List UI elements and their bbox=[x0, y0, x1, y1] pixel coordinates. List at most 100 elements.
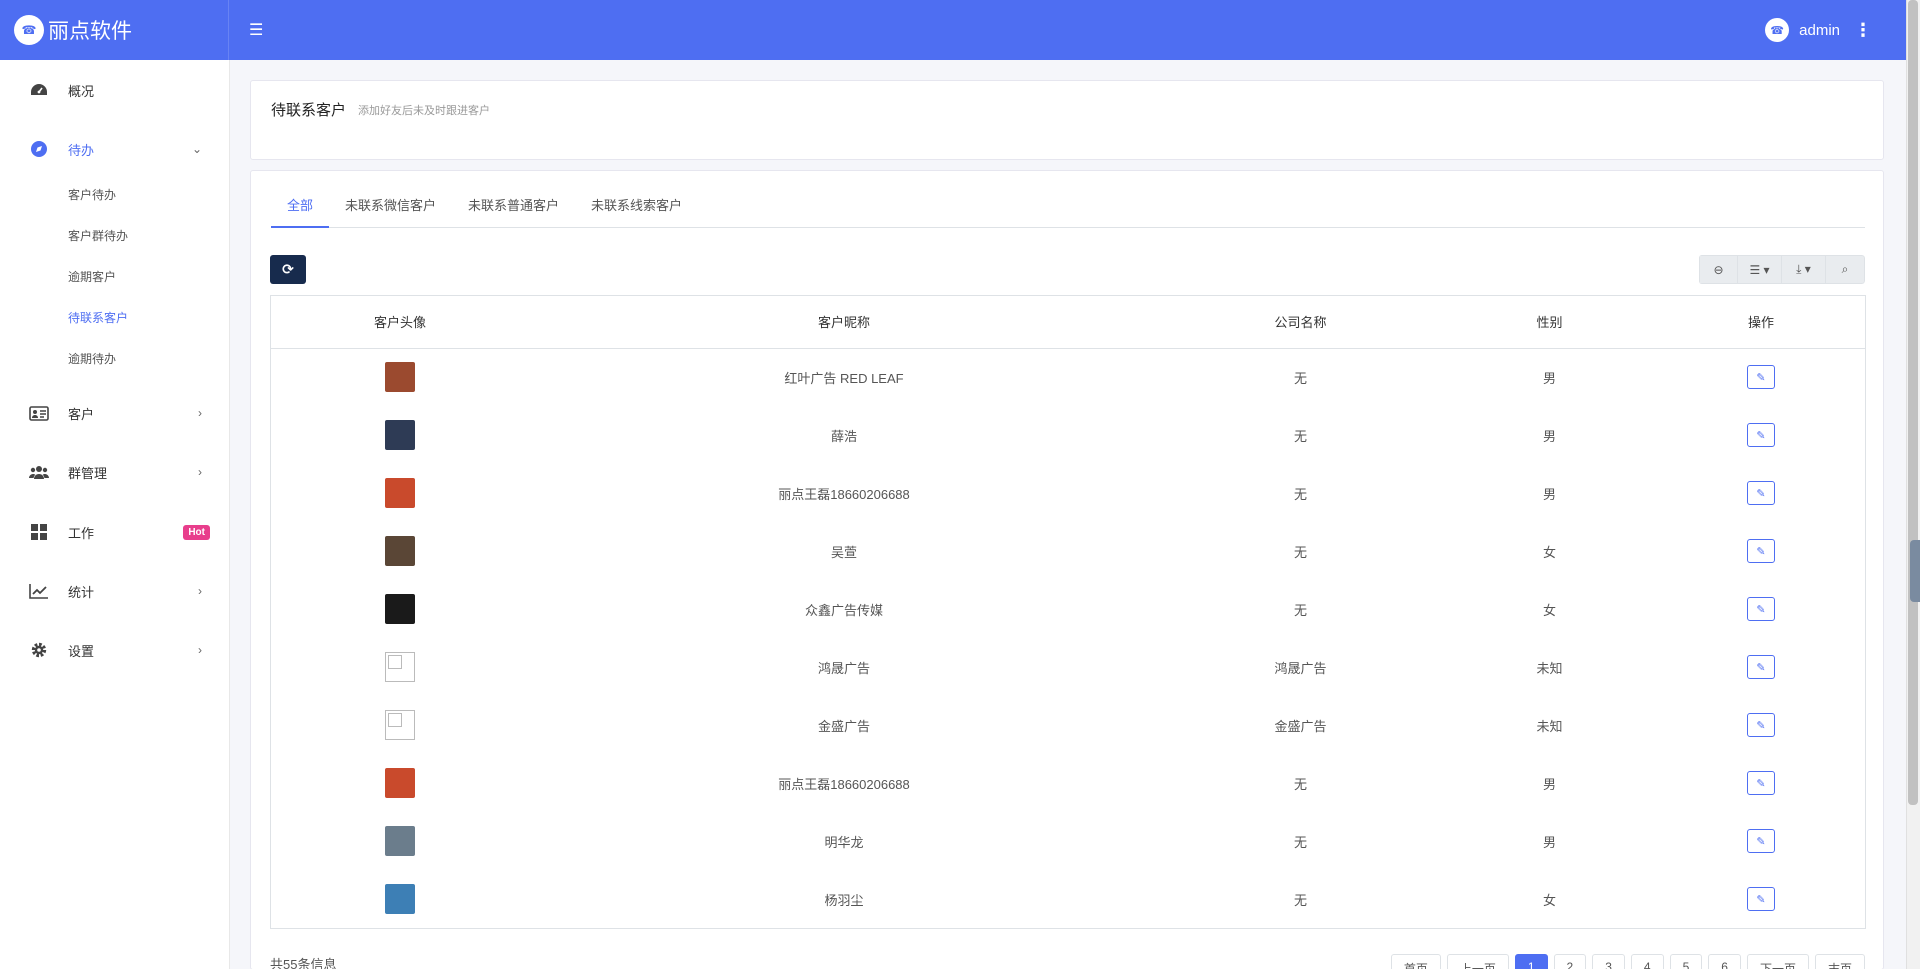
page-button[interactable]: 下一页 bbox=[1746, 954, 1809, 969]
sidebar-item-label: 概况 bbox=[68, 83, 95, 99]
tab-uncontacted-wechat[interactable]: 未联系微信客户 bbox=[329, 193, 452, 228]
table-header-row: 客户头像 客户昵称 公司名称 性别 操作 bbox=[271, 296, 1865, 349]
gender: 男 bbox=[1542, 834, 1556, 850]
company-name: 无 bbox=[1293, 370, 1307, 386]
user-name[interactable]: admin bbox=[1799, 22, 1840, 39]
customer-nickname: 鸿晟广告 bbox=[817, 660, 870, 676]
pencil-icon: ✎ bbox=[1756, 487, 1766, 500]
more-vertical-icon[interactable]: ⋮ bbox=[1854, 20, 1872, 41]
export-button[interactable]: ⤓ ▾ bbox=[1781, 255, 1825, 284]
page-button[interactable]: 6 bbox=[1708, 954, 1741, 969]
edit-button[interactable]: ✎ bbox=[1747, 597, 1775, 621]
avatar bbox=[385, 884, 415, 914]
avatar bbox=[385, 536, 415, 566]
page-button[interactable]: 首页 bbox=[1390, 954, 1441, 969]
customer-nickname: 明华龙 bbox=[824, 834, 864, 850]
user-menu[interactable]: ☎ admin ⋮ bbox=[1765, 18, 1872, 42]
column-header-company[interactable]: 公司名称 bbox=[1159, 296, 1442, 349]
sidebar-item-customers[interactable]: 客户 › bbox=[0, 393, 230, 433]
page-button[interactable]: 末页 bbox=[1814, 954, 1865, 969]
gender: 男 bbox=[1542, 776, 1556, 792]
page-button[interactable]: 4 bbox=[1630, 954, 1664, 969]
customer-nickname: 薛浩 bbox=[830, 428, 857, 444]
edit-button[interactable]: ✎ bbox=[1747, 423, 1775, 447]
sidebar-subitem-pending-contact[interactable]: 待联系客户 bbox=[68, 309, 128, 329]
edit-button[interactable]: ✎ bbox=[1747, 771, 1775, 795]
company-name: 无 bbox=[1293, 428, 1307, 444]
page-button[interactable]: 3 bbox=[1592, 954, 1625, 969]
pencil-icon: ✎ bbox=[1756, 545, 1766, 558]
avatar bbox=[385, 594, 415, 624]
page-button[interactable]: 上一页 bbox=[1446, 954, 1509, 969]
sidebar-subitem-group-todo[interactable]: 客户群待办 bbox=[68, 227, 128, 247]
gender: 男 bbox=[1542, 486, 1556, 502]
customer-list-card: 全部 未联系微信客户 未联系普通客户 未联系线索客户 ⟳ ⊖ ☰ ▾ ⤓ ▾ ⌕ bbox=[250, 170, 1884, 969]
table-row: 众鑫广告传媒 无 女 ✎ bbox=[271, 580, 1865, 638]
gender: 男 bbox=[1542, 370, 1556, 386]
sidebar-subitem-overdue-todo[interactable]: 逾期待办 bbox=[68, 350, 116, 370]
toggle-view-button[interactable]: ⊖ bbox=[1699, 255, 1737, 284]
total-count: 共55条信息 bbox=[270, 957, 337, 969]
actions-cell: ✎ bbox=[1657, 638, 1865, 696]
sidebar-item-work[interactable]: 工作 Hot bbox=[0, 512, 230, 552]
sidebar-item-statistics[interactable]: 统计 › bbox=[0, 571, 230, 611]
compass-icon bbox=[28, 138, 50, 160]
sidebar-item-settings[interactable]: 设置 › bbox=[0, 630, 230, 670]
page-button[interactable]: 2 bbox=[1553, 954, 1587, 969]
avatar bbox=[385, 478, 415, 508]
table-row: 薛浩 无 男 ✎ bbox=[271, 406, 1865, 464]
grid-icon bbox=[28, 521, 50, 543]
company-name: 鸿晟广告 bbox=[1274, 660, 1327, 676]
pencil-icon: ✎ bbox=[1756, 835, 1766, 848]
page-title: 待联系客户 bbox=[271, 102, 347, 119]
table-row: 红叶广告 RED LEAF 无 男 ✎ bbox=[271, 348, 1865, 406]
edit-button[interactable]: ✎ bbox=[1747, 365, 1775, 390]
gender: 男 bbox=[1542, 428, 1556, 444]
id-card-icon bbox=[28, 402, 50, 424]
sidebar-item-label: 设置 bbox=[68, 643, 95, 659]
filter-tabs: 全部 未联系微信客户 未联系普通客户 未联系线索客户 bbox=[271, 193, 1865, 228]
customer-nickname: 众鑫广告传媒 bbox=[804, 602, 883, 618]
avatar-cell bbox=[271, 464, 529, 522]
avatar bbox=[385, 362, 415, 393]
customer-nickname: 丽点王磊18660206688 bbox=[778, 776, 910, 792]
actions-cell: ✎ bbox=[1657, 580, 1865, 638]
column-header-avatar[interactable]: 客户头像 bbox=[271, 296, 529, 349]
edit-button[interactable]: ✎ bbox=[1747, 655, 1775, 679]
sidebar-subitem-overdue-customers[interactable]: 逾期客户 bbox=[68, 268, 116, 288]
menu-toggle-icon[interactable]: ☰ bbox=[249, 20, 263, 40]
side-panel-handle[interactable] bbox=[1910, 540, 1920, 602]
page-button[interactable]: 1 bbox=[1514, 954, 1548, 969]
tab-all[interactable]: 全部 bbox=[271, 193, 330, 228]
edit-button[interactable]: ✎ bbox=[1747, 539, 1775, 563]
gender: 女 bbox=[1542, 892, 1556, 908]
pencil-icon: ✎ bbox=[1756, 371, 1766, 384]
table-row: 明华龙 无 男 ✎ bbox=[271, 812, 1865, 870]
edit-button[interactable]: ✎ bbox=[1747, 713, 1775, 737]
tab-uncontacted-leads[interactable]: 未联系线索客户 bbox=[575, 193, 698, 228]
actions-cell: ✎ bbox=[1657, 522, 1865, 580]
sidebar-subitem-customer-todo[interactable]: 客户待办 bbox=[68, 186, 116, 206]
chevron-right-icon: › bbox=[198, 465, 202, 479]
sidebar-item-overview[interactable]: 概况 bbox=[0, 70, 230, 110]
page-button[interactable]: 5 bbox=[1669, 954, 1703, 969]
column-header-gender[interactable]: 性别 bbox=[1442, 296, 1657, 349]
sidebar-item-todo[interactable]: 待办 ⌄ bbox=[0, 129, 230, 169]
tab-uncontacted-normal[interactable]: 未联系普通客户 bbox=[452, 193, 575, 228]
avatar[interactable]: ☎ bbox=[1765, 18, 1790, 42]
edit-button[interactable]: ✎ bbox=[1747, 887, 1775, 911]
column-header-nickname[interactable]: 客户昵称 bbox=[529, 296, 1159, 349]
table-row: 杨羽尘 无 女 ✎ bbox=[271, 870, 1865, 928]
pencil-icon: ✎ bbox=[1756, 893, 1766, 906]
search-button[interactable]: ⌕ bbox=[1825, 255, 1865, 284]
edit-button[interactable]: ✎ bbox=[1747, 829, 1775, 853]
brand[interactable]: ☎ 丽点软件 bbox=[0, 0, 229, 60]
edit-button[interactable]: ✎ bbox=[1747, 481, 1775, 505]
avatar-cell bbox=[271, 754, 529, 812]
page-scrollbar[interactable] bbox=[1906, 0, 1920, 969]
scrollbar-thumb[interactable] bbox=[1908, 0, 1918, 805]
columns-button[interactable]: ☰ ▾ bbox=[1737, 255, 1781, 284]
sidebar-item-groups[interactable]: 群管理 › bbox=[0, 452, 230, 492]
refresh-button[interactable]: ⟳ bbox=[270, 255, 306, 284]
avatar-cell bbox=[271, 812, 529, 870]
